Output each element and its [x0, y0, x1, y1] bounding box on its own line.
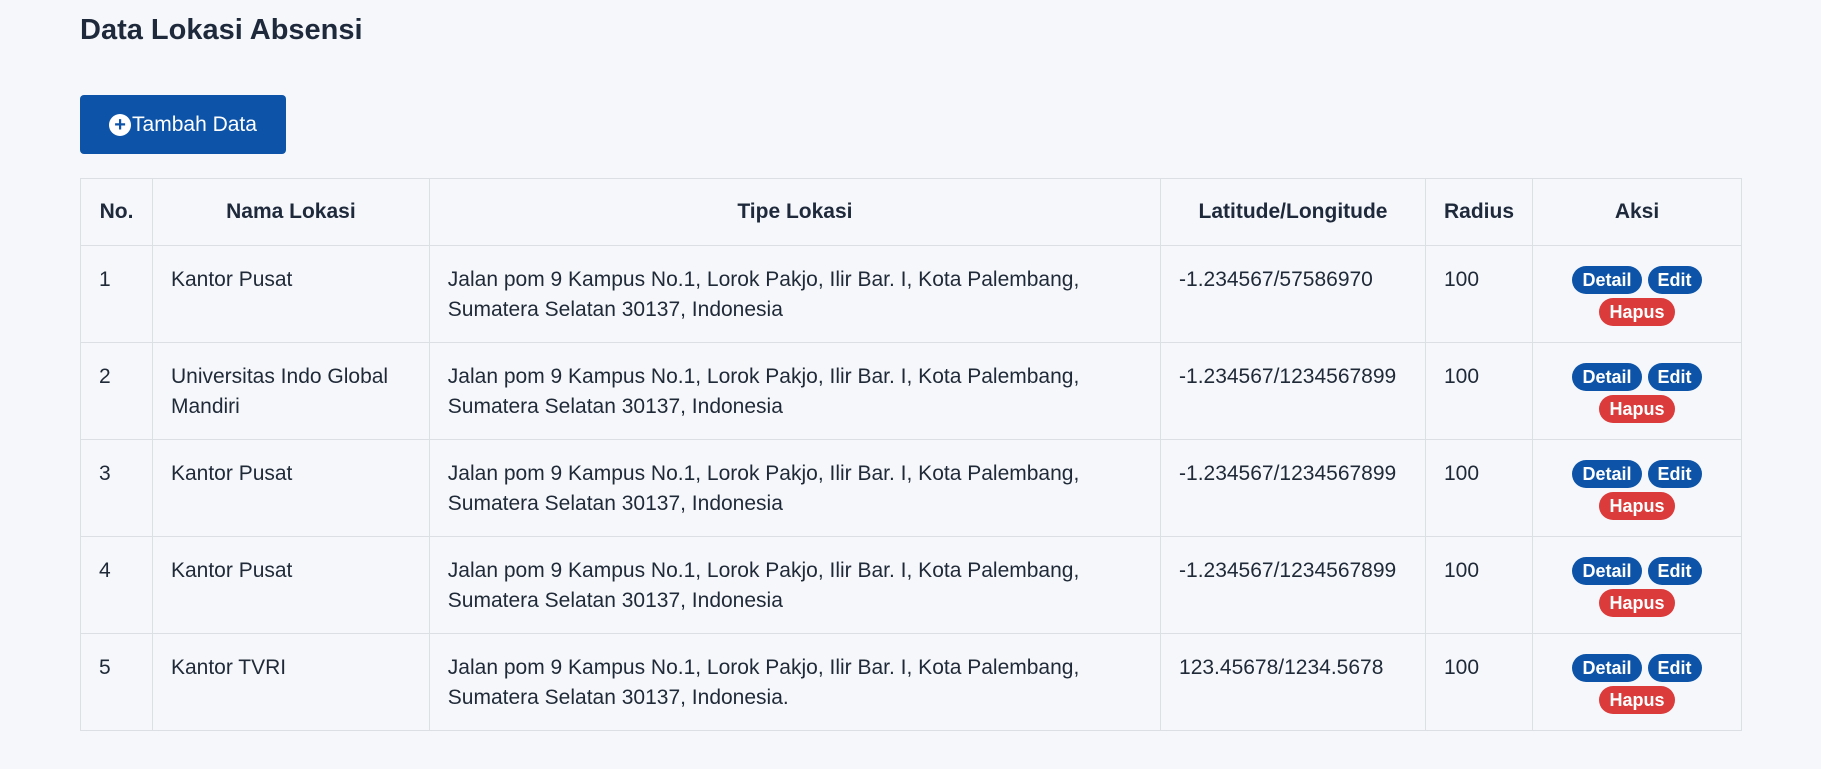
cell-no: 3: [80, 439, 153, 537]
detail-button[interactable]: Detail: [1572, 654, 1642, 682]
table-header-row: No. Nama Lokasi Tipe Lokasi Latitude/Lon…: [80, 178, 1742, 246]
cell-no: 4: [80, 536, 153, 634]
add-data-label: Tambah Data: [132, 112, 257, 136]
detail-button[interactable]: Detail: [1572, 460, 1642, 488]
table-row: 5 Kantor TVRI Jalan pom 9 Kampus No.1, L…: [80, 633, 1742, 731]
table-row: 1 Kantor Pusat Jalan pom 9 Kampus No.1, …: [80, 245, 1742, 343]
delete-button[interactable]: Hapus: [1599, 492, 1675, 520]
table-row: 3 Kantor Pusat Jalan pom 9 Kampus No.1, …: [80, 439, 1742, 537]
page-title: Data Lokasi Absensi: [80, 14, 363, 46]
edit-button[interactable]: Edit: [1647, 460, 1702, 488]
cell-tipe: Jalan pom 9 Kampus No.1, Lorok Pakjo, Il…: [428, 439, 1162, 537]
cell-radius: 100: [1424, 245, 1534, 343]
cell-aksi: Detail Edit Hapus: [1532, 633, 1742, 731]
header-latitude-longitude: Latitude/Longitude: [1160, 178, 1426, 246]
cell-no: 5: [80, 633, 153, 731]
cell-aksi: Detail Edit Hapus: [1532, 342, 1742, 440]
cell-nama: Kantor Pusat: [151, 245, 430, 343]
cell-aksi: Detail Edit Hapus: [1532, 245, 1742, 343]
delete-button[interactable]: Hapus: [1599, 298, 1675, 326]
add-data-button[interactable]: + Tambah Data: [80, 95, 286, 154]
location-table: No. Nama Lokasi Tipe Lokasi Latitude/Lon…: [80, 178, 1742, 731]
cell-tipe: Jalan pom 9 Kampus No.1, Lorok Pakjo, Il…: [428, 536, 1162, 634]
edit-button[interactable]: Edit: [1647, 654, 1702, 682]
cell-radius: 100: [1424, 342, 1534, 440]
edit-button[interactable]: Edit: [1647, 363, 1702, 391]
delete-button[interactable]: Hapus: [1599, 686, 1675, 714]
cell-nama: Kantor TVRI: [151, 633, 430, 731]
cell-aksi: Detail Edit Hapus: [1532, 536, 1742, 634]
cell-tipe: Jalan pom 9 Kampus No.1, Lorok Pakjo, Il…: [428, 633, 1162, 731]
header-aksi: Aksi: [1532, 178, 1742, 246]
cell-nama: Universitas Indo Global Mandiri: [151, 342, 430, 440]
table-row: 2 Universitas Indo Global Mandiri Jalan …: [80, 342, 1742, 440]
cell-latlng: -1.234567/57586970: [1160, 245, 1426, 343]
header-no: No.: [80, 178, 153, 246]
cell-radius: 100: [1424, 633, 1534, 731]
detail-button[interactable]: Detail: [1572, 266, 1642, 294]
cell-latlng: -1.234567/1234567899: [1160, 536, 1426, 634]
cell-latlng: -1.234567/1234567899: [1160, 439, 1426, 537]
header-nama-lokasi: Nama Lokasi: [151, 178, 430, 246]
cell-nama: Kantor Pusat: [151, 536, 430, 634]
detail-button[interactable]: Detail: [1572, 557, 1642, 585]
edit-button[interactable]: Edit: [1647, 266, 1702, 294]
cell-nama: Kantor Pusat: [151, 439, 430, 537]
cell-latlng: -1.234567/1234567899: [1160, 342, 1426, 440]
header-radius: Radius: [1424, 178, 1534, 246]
cell-no: 2: [80, 342, 153, 440]
cell-radius: 100: [1424, 536, 1534, 634]
plus-circle-icon: +: [109, 113, 132, 136]
cell-latlng: 123.45678/1234.5678: [1160, 633, 1426, 731]
header-tipe-lokasi: Tipe Lokasi: [428, 178, 1162, 246]
edit-button[interactable]: Edit: [1647, 557, 1702, 585]
cell-tipe: Jalan pom 9 Kampus No.1, Lorok Pakjo, Il…: [428, 245, 1162, 343]
cell-tipe: Jalan pom 9 Kampus No.1, Lorok Pakjo, Il…: [428, 342, 1162, 440]
delete-button[interactable]: Hapus: [1599, 589, 1675, 617]
delete-button[interactable]: Hapus: [1599, 395, 1675, 423]
detail-button[interactable]: Detail: [1572, 363, 1642, 391]
cell-no: 1: [80, 245, 153, 343]
cell-aksi: Detail Edit Hapus: [1532, 439, 1742, 537]
cell-radius: 100: [1424, 439, 1534, 537]
table-row: 4 Kantor Pusat Jalan pom 9 Kampus No.1, …: [80, 536, 1742, 634]
